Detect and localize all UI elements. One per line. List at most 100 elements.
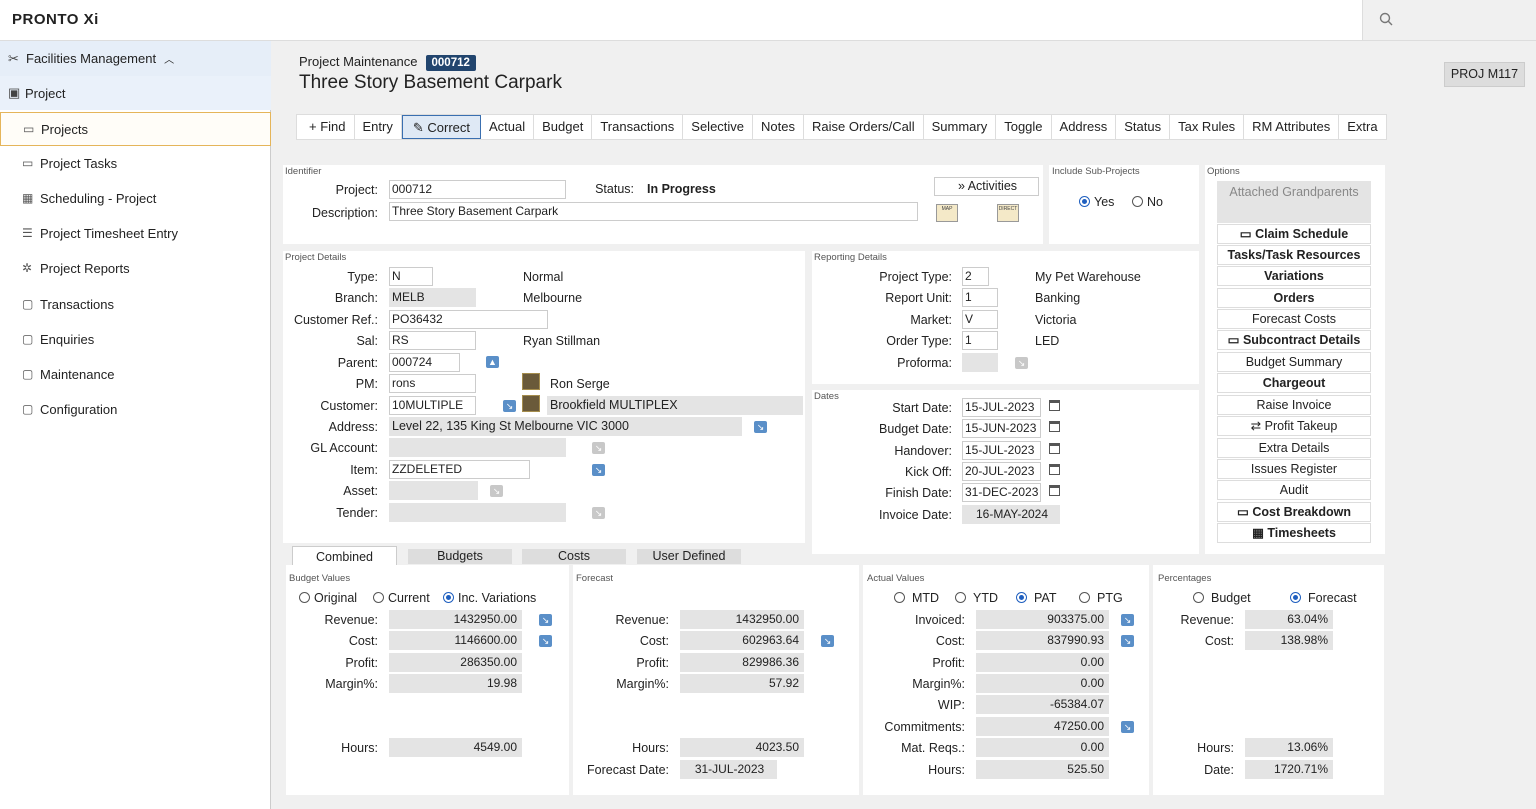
sidebar-section-project[interactable]: ▣ Project bbox=[0, 76, 271, 110]
timesheets-button[interactable]: ▦ Timesheets bbox=[1217, 523, 1371, 543]
raise-invoice-button[interactable]: Raise Invoice bbox=[1217, 395, 1371, 415]
kick-off-field[interactable]: 20-JUL-2023 bbox=[962, 462, 1041, 481]
selective-button[interactable]: Selective bbox=[683, 115, 754, 139]
description-field[interactable]: Three Story Basement Carpark bbox=[389, 202, 918, 221]
notes-button[interactable]: Notes bbox=[753, 115, 804, 139]
customer-ref-field[interactable]: PO36432 bbox=[389, 310, 548, 329]
raise-orders-button[interactable]: Raise Orders/Call bbox=[804, 115, 924, 139]
sidebar-item-transactions[interactable]: ▢ Transactions bbox=[0, 287, 271, 321]
subprojects-no-radio[interactable]: No bbox=[1132, 195, 1163, 209]
extra-details-button[interactable]: Extra Details bbox=[1217, 438, 1371, 458]
tab-user-defined[interactable]: User Defined bbox=[637, 549, 741, 564]
forecast-cost-zoom-icon[interactable]: ↘ bbox=[821, 635, 834, 647]
original-radio[interactable]: Original bbox=[299, 591, 357, 605]
pct-forecast-radio[interactable]: Forecast bbox=[1290, 591, 1357, 605]
claim-schedule-button[interactable]: ▭ Claim Schedule bbox=[1217, 224, 1371, 244]
tasks-resources-button[interactable]: Tasks/Task Resources bbox=[1217, 245, 1371, 265]
start-date-field[interactable]: 15-JUL-2023 bbox=[962, 398, 1041, 417]
commitments-zoom-icon[interactable]: ↘ bbox=[1121, 721, 1134, 733]
item-field[interactable]: ZZDELETED bbox=[389, 460, 530, 479]
project-type-field[interactable]: 2 bbox=[962, 267, 989, 286]
customer-label: Customer: bbox=[320, 399, 378, 413]
issues-register-button[interactable]: Issues Register bbox=[1217, 459, 1371, 479]
find-button[interactable]: + Find bbox=[297, 115, 355, 139]
invoiced-zoom-icon[interactable]: ↘ bbox=[1121, 614, 1134, 626]
chargeout-button[interactable]: Chargeout bbox=[1217, 373, 1371, 393]
mtd-radio[interactable]: MTD bbox=[894, 591, 939, 605]
subcontract-details-button[interactable]: ▭ Subcontract Details bbox=[1217, 330, 1371, 350]
pm-field[interactable]: rons bbox=[389, 374, 476, 393]
budget-button[interactable]: Budget bbox=[534, 115, 593, 139]
report-unit-field[interactable]: 1 bbox=[962, 288, 998, 307]
orders-button[interactable]: Orders bbox=[1217, 288, 1371, 308]
sidebar-item-configuration[interactable]: ▢ Configuration bbox=[0, 392, 271, 426]
map-icon[interactable]: MAP bbox=[936, 204, 958, 222]
pct-budget-radio[interactable]: Budget bbox=[1193, 591, 1251, 605]
budget-revenue-zoom-icon[interactable]: ↘ bbox=[539, 614, 552, 626]
divider bbox=[859, 565, 863, 797]
global-search[interactable] bbox=[1362, 0, 1536, 40]
tax-rules-button[interactable]: Tax Rules bbox=[1170, 115, 1245, 139]
sidebar-item-reports[interactable]: ✲ Project Reports bbox=[0, 251, 271, 285]
toggle-button[interactable]: Toggle bbox=[996, 115, 1052, 139]
budget-summary-button[interactable]: Budget Summary bbox=[1217, 352, 1371, 372]
calendar-icon[interactable] bbox=[1049, 485, 1060, 496]
variations-button[interactable]: Variations bbox=[1217, 266, 1371, 286]
pat-radio[interactable]: PAT bbox=[1016, 591, 1056, 605]
current-radio[interactable]: Current bbox=[373, 591, 430, 605]
correct-button[interactable]: ✎ Correct bbox=[401, 115, 481, 139]
customer-field[interactable]: 10MULTIPLE bbox=[389, 396, 476, 415]
handover-field[interactable]: 15-JUL-2023 bbox=[962, 441, 1041, 460]
directions-icon[interactable]: DIRECT bbox=[997, 204, 1019, 222]
type-field[interactable]: N bbox=[389, 267, 433, 286]
item-zoom-icon[interactable]: ↘ bbox=[592, 464, 605, 476]
sal-field[interactable]: RS bbox=[389, 331, 476, 350]
forecast-costs-button[interactable]: Forecast Costs bbox=[1217, 309, 1371, 329]
calendar-icon[interactable] bbox=[1049, 400, 1060, 411]
finish-date-field[interactable]: 31-DEC-2023 bbox=[962, 483, 1041, 502]
extra-button[interactable]: Extra bbox=[1339, 115, 1385, 139]
ptg-radio[interactable]: PTG bbox=[1079, 591, 1123, 605]
audit-button[interactable]: Audit bbox=[1217, 480, 1371, 500]
sidebar-item-enquiries[interactable]: ▢ Enquiries bbox=[0, 322, 271, 356]
tab-costs[interactable]: Costs bbox=[522, 549, 626, 564]
project-field[interactable]: 000712 bbox=[389, 180, 566, 199]
budget-cost-zoom-icon[interactable]: ↘ bbox=[539, 635, 552, 647]
address-zoom-icon[interactable]: ↘ bbox=[754, 421, 767, 433]
customer-avatar-icon[interactable] bbox=[522, 395, 540, 412]
rm-attributes-button[interactable]: RM Attributes bbox=[1244, 115, 1340, 139]
calendar-icon[interactable] bbox=[1049, 464, 1060, 475]
sidebar-item-timesheet[interactable]: ☰ Project Timesheet Entry bbox=[0, 216, 271, 250]
subprojects-yes-radio[interactable]: Yes bbox=[1079, 195, 1114, 209]
parent-field[interactable]: 000724 bbox=[389, 353, 460, 372]
activities-button[interactable]: » Activities bbox=[934, 177, 1039, 196]
program-code-button[interactable]: PROJ M117 bbox=[1444, 62, 1525, 87]
calendar-icon[interactable] bbox=[1049, 443, 1060, 454]
tab-budgets[interactable]: Budgets bbox=[408, 549, 512, 564]
customer-zoom-icon[interactable]: ↘ bbox=[503, 400, 516, 412]
entry-button[interactable]: Entry bbox=[355, 115, 402, 139]
inc-variations-radio[interactable]: Inc. Variations bbox=[443, 591, 536, 605]
sidebar-item-project-tasks[interactable]: ▭ Project Tasks bbox=[0, 146, 271, 180]
app-logo[interactable]: PRONTO Xi bbox=[12, 11, 99, 28]
tab-combined[interactable]: Combined bbox=[292, 546, 397, 566]
actual-cost-zoom-icon[interactable]: ↘ bbox=[1121, 635, 1134, 647]
profit-takeup-button[interactable]: ⇄ Profit Takeup bbox=[1217, 416, 1371, 436]
summary-button[interactable]: Summary bbox=[924, 115, 997, 139]
ytd-radio[interactable]: YTD bbox=[955, 591, 998, 605]
order-type-field[interactable]: 1 bbox=[962, 331, 998, 350]
cost-breakdown-button[interactable]: ▭ Cost Breakdown bbox=[1217, 502, 1371, 522]
calendar-icon[interactable] bbox=[1049, 421, 1060, 432]
sidebar-module[interactable]: ✂ Facilities Management ︿ bbox=[0, 41, 271, 76]
pm-avatar-icon[interactable] bbox=[522, 373, 540, 390]
actual-button[interactable]: Actual bbox=[481, 115, 535, 139]
address-button[interactable]: Address bbox=[1052, 115, 1117, 139]
sidebar-item-scheduling[interactable]: ▦ Scheduling - Project bbox=[0, 181, 271, 215]
sidebar-item-projects[interactable]: ▭ Projects bbox=[0, 112, 271, 146]
budget-date-field[interactable]: 15-JUN-2023 bbox=[962, 419, 1041, 438]
market-field[interactable]: V bbox=[962, 310, 998, 329]
sidebar-item-maintenance[interactable]: ▢ Maintenance bbox=[0, 357, 271, 391]
transactions-button[interactable]: Transactions bbox=[592, 115, 684, 139]
parent-up-icon[interactable]: ▲ bbox=[486, 356, 499, 368]
status-button[interactable]: Status bbox=[1116, 115, 1171, 139]
